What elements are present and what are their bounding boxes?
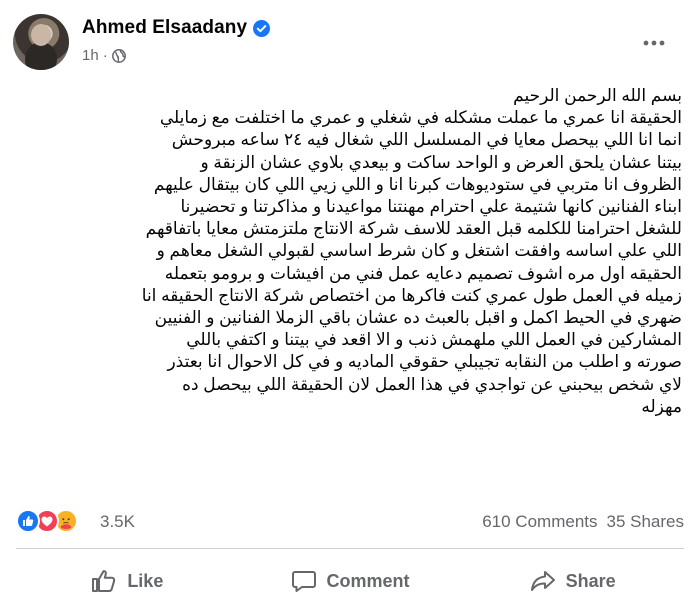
post-line: الحقيقة انا عمري ما عملت مشكله في شغلي و… — [159, 108, 682, 128]
post-line: بسم الله الرحمن الرحيم — [513, 86, 682, 105]
post-line: ابناء الفنانين كانها شتيمة علي احترام مه… — [180, 197, 682, 217]
avatar[interactable] — [13, 14, 69, 70]
reaction-icons[interactable] — [16, 509, 78, 533]
author-name[interactable]: Ahmed Elsaadany — [82, 17, 247, 39]
more-options-button[interactable] — [637, 26, 671, 60]
post-meta: 1h · — [82, 47, 126, 64]
like-button[interactable]: Like — [16, 556, 239, 606]
post-line: ضهري في الحيط اكمل و اقبل بالعبث ده عشان… — [154, 308, 682, 328]
comment-icon — [291, 571, 316, 592]
post-header: Ahmed Elsaadany 1h · — [13, 14, 687, 70]
engagement-stats: 610 Comments 35 Shares — [482, 512, 684, 532]
comments-count[interactable]: 610 Comments — [482, 512, 597, 532]
globe-icon[interactable] — [111, 48, 126, 63]
like-label: Like — [127, 570, 164, 591]
more-options-icon — [643, 40, 665, 46]
post-line: المشاركين في العمل اللي ملهمش ذنب و الا … — [186, 330, 682, 350]
post-line: الظروف انا متربي في ستوديوهات كبرنا انا … — [153, 174, 682, 194]
post-line: مهزله — [641, 396, 682, 416]
like-reaction-icon — [16, 509, 40, 533]
reaction-count[interactable]: 3.5K — [100, 512, 135, 532]
post-line: صورته و اطلب من النقابه تجيبلي حقوقي الم… — [167, 352, 682, 372]
post-line: للشغل احترامنا للكلمه قبل العقد للاسف شر… — [145, 219, 682, 239]
shares-count[interactable]: 35 Shares — [607, 512, 685, 532]
share-label: Share — [565, 570, 616, 591]
share-button[interactable]: Share — [461, 556, 684, 606]
post-line: بيتنا عشان يلحق العرض و الواحد ساكت و بي… — [200, 152, 682, 172]
meta-separator: · — [102, 47, 108, 64]
post-time[interactable]: 1h — [82, 47, 99, 64]
like-icon — [92, 570, 116, 592]
divider — [16, 548, 684, 549]
share-icon — [530, 571, 555, 591]
post-line: زميله في العمل طول عمري كنت فاكرها من اخ… — [141, 285, 682, 305]
post-line: اللي علي اساسه وافقت اشتغل و كان شرط اسا… — [156, 241, 682, 261]
post-line: انما انا اللي بيحصل معايا في المسلسل الل… — [171, 130, 682, 150]
reactions-summary: 3.5K 610 Comments 35 Shares — [16, 509, 684, 535]
post-text: بسم الله الرحمن الرحيم الحقيقة انا عمري … — [18, 85, 682, 418]
post-line: الحقيقه اول مره اشوف تصميم دعايه عمل فني… — [164, 263, 682, 283]
post-actions: Like Comment Share — [16, 556, 684, 606]
comment-label: Comment — [326, 570, 410, 591]
verified-badge-icon — [253, 19, 271, 37]
author-row: Ahmed Elsaadany — [82, 17, 271, 39]
comment-button[interactable]: Comment — [239, 556, 462, 606]
post-line: لاي شخص بيحبني عن تواجدي في هذا العمل لا… — [182, 374, 682, 394]
